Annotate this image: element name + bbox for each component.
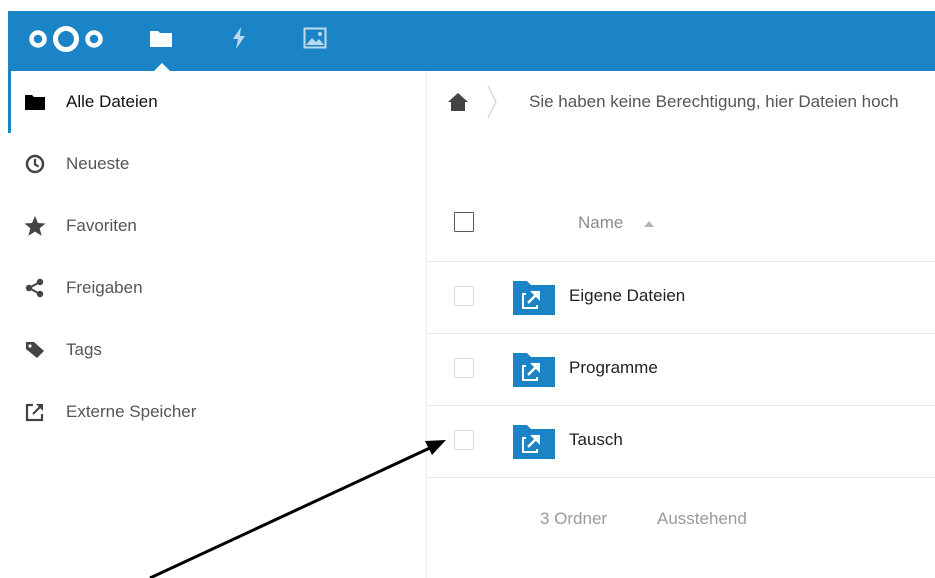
column-name-header[interactable]: Name	[578, 213, 623, 233]
table-row[interactable]: Programme	[427, 334, 935, 406]
navigation-sidebar: Alle Dateien Neueste Favoriten Freigaben…	[8, 71, 427, 578]
file-name[interactable]: Programme	[569, 358, 658, 378]
app-gallery-button[interactable]	[301, 24, 329, 52]
sidebar-item-label: Freigaben	[66, 278, 143, 297]
folder-count: 3 Ordner	[540, 509, 608, 528]
sidebar-item-label: Alle Dateien	[66, 92, 158, 111]
top-header	[8, 11, 935, 71]
sidebar-item-external-storage[interactable]: Externe Speicher	[8, 392, 426, 432]
home-icon[interactable]	[447, 92, 469, 112]
sidebar-item-shares[interactable]: Freigaben	[8, 268, 426, 308]
image-icon	[303, 27, 327, 49]
folder-icon	[24, 91, 46, 113]
sidebar-item-label: Tags	[66, 340, 102, 359]
active-app-indicator	[154, 63, 170, 71]
external-link-icon	[24, 401, 46, 423]
file-name[interactable]: Tausch	[569, 430, 623, 450]
file-list-area: Sie haben keine Berechtigung, hier Datei…	[427, 71, 935, 578]
row-checkbox[interactable]	[454, 430, 474, 450]
row-checkbox[interactable]	[454, 358, 474, 378]
table-row[interactable]: Tausch	[427, 406, 935, 478]
sidebar-item-label: Neueste	[66, 154, 130, 173]
active-item-indicator	[8, 71, 11, 133]
share-icon	[24, 277, 46, 299]
breadcrumb: Sie haben keine Berechtigung, hier Datei…	[427, 71, 935, 133]
permission-notice: Sie haben keine Berechtigung, hier Datei…	[529, 92, 899, 111]
app-activity-button[interactable]	[225, 24, 253, 52]
folder-icon	[150, 31, 172, 47]
file-name[interactable]: Eigene Dateien	[569, 286, 685, 306]
sidebar-item-recent[interactable]: Neueste	[8, 144, 426, 184]
pending-status: Ausstehend	[657, 509, 747, 528]
nextcloud-logo[interactable]	[26, 24, 106, 54]
app-files-button[interactable]	[147, 24, 175, 52]
star-icon	[24, 215, 46, 237]
breadcrumb-separator	[487, 85, 497, 119]
sidebar-item-label: Favoriten	[66, 216, 137, 235]
row-checkbox[interactable]	[454, 286, 474, 306]
sort-ascending-icon[interactable]	[644, 220, 654, 227]
select-all-checkbox[interactable]	[454, 212, 474, 232]
lightning-icon	[233, 27, 245, 49]
sidebar-item-all-files[interactable]: Alle Dateien	[8, 82, 426, 122]
sidebar-item-tags[interactable]: Tags	[8, 330, 426, 370]
sidebar-item-favorites[interactable]: Favoriten	[8, 206, 426, 246]
table-header: Name	[427, 198, 935, 262]
tag-icon	[24, 339, 46, 361]
shared-folder-icon	[513, 353, 555, 387]
shared-folder-icon	[513, 281, 555, 315]
clock-icon	[24, 153, 46, 175]
file-summary: 3 Ordner Ausstehend	[427, 487, 935, 549]
shared-folder-icon	[513, 425, 555, 459]
table-row[interactable]: Eigene Dateien	[427, 262, 935, 334]
sidebar-item-label: Externe Speicher	[66, 402, 197, 421]
